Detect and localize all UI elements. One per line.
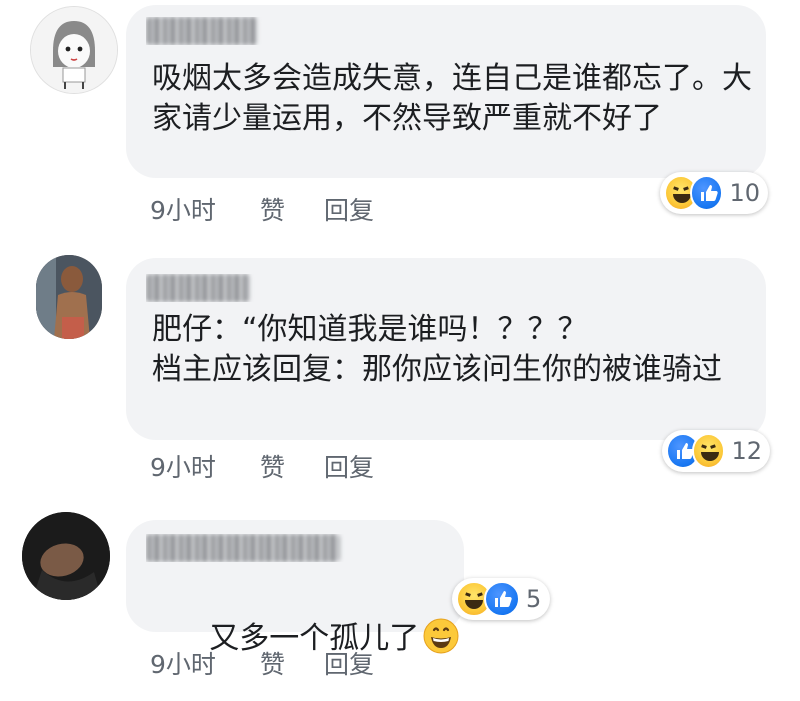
comment-text-content: 又多一个孤儿了: [209, 621, 420, 656]
reply-button[interactable]: 回复: [324, 645, 374, 681]
comment-bubble: user 又多一个孤儿了: [126, 520, 464, 656]
like-icon: [484, 581, 520, 617]
reactions-summary[interactable]: 5: [452, 578, 550, 620]
author-name-redacted[interactable]: user: [146, 534, 346, 562]
like-button[interactable]: 赞: [260, 645, 285, 681]
reaction-count: 5: [526, 585, 542, 613]
timestamp[interactable]: 9小时: [150, 645, 216, 681]
grinning-face-emoji: [423, 618, 459, 654]
comment-3: user 又多一个孤儿了 9小时 赞 回复 5: [0, 0, 800, 701]
avatar[interactable]: [22, 512, 110, 600]
photo-avatar-image: [22, 512, 110, 600]
